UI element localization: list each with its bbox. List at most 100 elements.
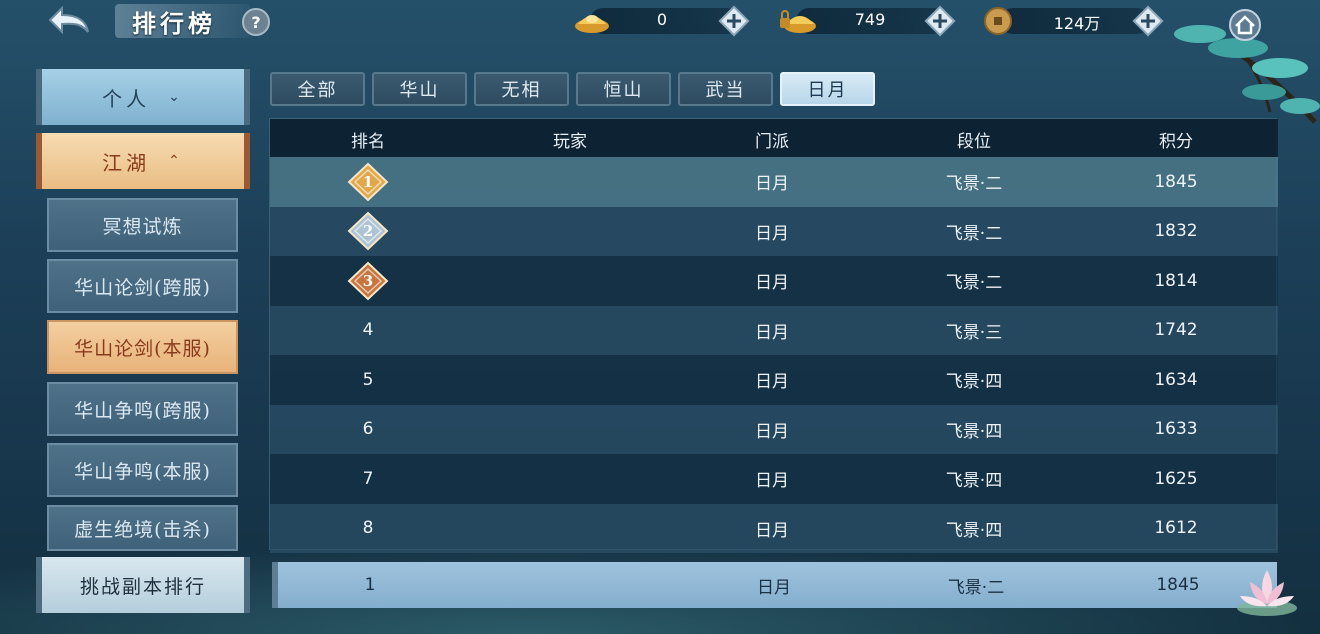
tab-wuxiang[interactable]: 无相	[474, 72, 569, 106]
tier-cell: 飞景·四	[945, 372, 1003, 393]
my-rank-bar: 1 日月 飞景·二 1845	[272, 562, 1277, 608]
tab-huashan[interactable]: 华山	[372, 72, 467, 106]
sidebar-item-label: 冥想试炼	[102, 215, 183, 238]
my-tier: 飞景·二	[947, 577, 1005, 598]
table-row[interactable]: 3 日月 飞景·二 1814	[270, 256, 1278, 306]
sect-cell: 日月	[755, 471, 789, 492]
svg-text:3: 3	[363, 272, 373, 290]
sidebar-item-huashan-duel-cross[interactable]: 华山论剑(跨服)	[47, 259, 238, 313]
bound-ingot-icon	[778, 6, 818, 36]
sidebar-item-huashan-contest-local[interactable]: 华山争鸣(本服)	[47, 443, 238, 497]
silver-medal-icon: 2	[347, 211, 389, 251]
challenge-dungeon-ranking-button[interactable]: 挑战副本排行	[36, 557, 250, 613]
sidebar-item-label: 华山论剑(本服)	[74, 337, 211, 360]
rank-cell: 6	[362, 419, 374, 440]
gold-ingot-icon	[572, 6, 612, 36]
rank-cell: 7	[362, 468, 374, 489]
score-cell: 1612	[1154, 518, 1198, 539]
header-tier: 段位	[957, 132, 991, 152]
page-title: 排行榜	[132, 9, 216, 38]
plus-icon	[718, 5, 750, 37]
player-cell	[520, 355, 620, 405]
header-player: 玩家	[553, 132, 587, 152]
add-gold-ingot-button[interactable]	[718, 5, 750, 37]
add-bound-ingot-button[interactable]	[924, 5, 956, 37]
gold-ingot-value: 0	[656, 10, 668, 29]
player-cell	[520, 504, 620, 554]
sidebar-item-huashan-duel-local[interactable]: 华山论剑(本服)	[47, 320, 238, 374]
gold-medal-icon: 1	[347, 162, 389, 202]
sidebar-item-huashan-contest-cross[interactable]: 华山争鸣(跨服)	[47, 382, 238, 436]
category-jianghu-button[interactable]: 江湖 ⌃	[36, 133, 250, 189]
score-cell: 1814	[1154, 270, 1198, 291]
sidebar-item-label: 华山论剑(跨服)	[74, 276, 211, 299]
rank-cell: 2	[318, 207, 418, 257]
rank-cell: 4	[362, 320, 374, 341]
tab-riyue[interactable]: 日月	[780, 72, 875, 106]
back-arrow-icon	[48, 5, 89, 35]
help-button[interactable]: ?	[242, 8, 270, 36]
table-row[interactable]: 1 日月 飞景·二 1845	[270, 157, 1278, 207]
chevron-up-icon: ⌃	[168, 153, 184, 169]
rank-cell: 5	[362, 369, 374, 390]
coin-value: 124万	[1053, 14, 1101, 33]
tab-wudang[interactable]: 武当	[678, 72, 773, 106]
table-row[interactable]: 2 日月 飞景·二 1832	[270, 206, 1278, 257]
table-header: 排名 玩家 门派 段位 积分	[270, 119, 1278, 157]
challenge-dungeon-ranking-label: 挑战副本排行	[79, 575, 206, 598]
tab-all[interactable]: 全部	[270, 72, 365, 106]
tier-cell: 飞景·四	[945, 421, 1003, 442]
tab-hengshan[interactable]: 恒山	[576, 72, 671, 106]
sidebar-item-label: 华山争鸣(本服)	[74, 460, 211, 483]
tier-cell: 飞景·二	[945, 174, 1003, 195]
sidebar-item-xusheng-realm-kills[interactable]: 虚生绝境(击杀)	[47, 505, 238, 551]
coin-icon	[982, 6, 1022, 36]
sidebar-item-label: 虚生绝境(击杀)	[74, 518, 211, 541]
chevron-down-icon: ⌄	[168, 89, 184, 105]
sect-cell: 日月	[755, 421, 789, 442]
score-cell: 1845	[1154, 171, 1198, 192]
bronze-medal-icon: 3	[347, 261, 389, 301]
player-cell	[520, 157, 620, 207]
sect-cell: 日月	[755, 174, 789, 195]
table-row[interactable]: 6 日月 飞景·四 1633	[270, 404, 1278, 455]
table-row[interactable]: 7 日月 飞景·四 1625	[270, 454, 1278, 504]
ranking-table: 排名 玩家 门派 段位 积分 1 日月 飞景·二 1845 2 日月 飞景·二 1832 3 日月…	[269, 118, 1278, 553]
my-score: 1845	[1156, 575, 1200, 595]
sect-cell: 日月	[755, 223, 789, 244]
tier-cell: 飞景·四	[945, 471, 1003, 492]
tier-cell: 飞景·二	[945, 273, 1003, 294]
player-cell	[520, 405, 620, 455]
tier-cell: 飞景·四	[945, 520, 1003, 541]
lotus-decoration	[1232, 560, 1302, 620]
player-cell	[520, 256, 620, 306]
top-bar: 排行榜 ? 0 749 124万	[0, 0, 1320, 124]
player-cell	[520, 454, 620, 504]
my-rank-value: 1	[364, 575, 376, 595]
rank-cell: 1	[318, 157, 418, 207]
category-personal-button[interactable]: 个人 ⌄	[36, 69, 250, 125]
score-cell: 1633	[1154, 419, 1198, 440]
score-cell: 1625	[1154, 468, 1198, 489]
currency-bound-ingot: 749	[778, 5, 963, 37]
player-cell	[520, 306, 620, 356]
sect-cell: 日月	[755, 273, 789, 294]
player-cell	[520, 207, 620, 257]
table-row[interactable]: 5 日月 飞景·四 1634	[270, 355, 1278, 405]
my-sect: 日月	[757, 577, 791, 598]
header-rank: 排名	[351, 132, 385, 152]
home-button[interactable]	[1228, 8, 1262, 42]
sidebar-item-meditation-trial[interactable]: 冥想试炼	[47, 198, 238, 252]
tier-cell: 飞景·二	[945, 223, 1003, 244]
home-icon	[1229, 9, 1261, 41]
sect-cell: 日月	[755, 322, 789, 343]
bound-ingot-value: 749	[854, 10, 886, 29]
currency-gold-ingot: 0	[572, 5, 757, 37]
back-button[interactable]	[40, 2, 96, 42]
category-personal-label: 个人	[102, 86, 151, 111]
rank-cell: 8	[362, 518, 374, 539]
table-row[interactable]: 8 日月 飞景·四 1612	[270, 503, 1278, 554]
header-sect: 门派	[755, 132, 789, 152]
table-row[interactable]: 4 日月 飞景·三 1742	[270, 305, 1278, 356]
plus-icon	[924, 5, 956, 37]
